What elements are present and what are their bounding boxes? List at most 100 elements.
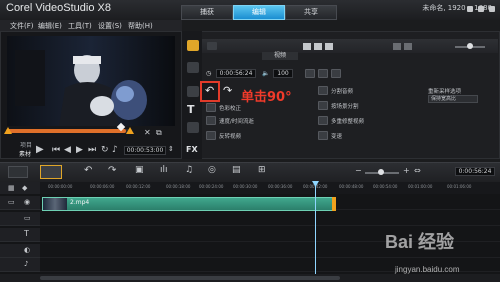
timeline-toolbar xyxy=(0,162,500,182)
home-icon[interactable]: ⏮ xyxy=(52,145,60,155)
split-by-scene-icon[interactable] xyxy=(318,101,328,110)
storyboard-view-icon[interactable] xyxy=(8,166,28,178)
view-video-icon[interactable] xyxy=(303,43,311,50)
view-photo-icon[interactable] xyxy=(314,43,322,50)
speed-timelapse-icon[interactable] xyxy=(206,116,216,125)
motion-tracking-icon[interactable]: ◎ xyxy=(208,165,216,175)
subtitle-editor-icon[interactable]: ▤ xyxy=(232,165,241,175)
ruler-label: 00:00:06:00 xyxy=(90,184,115,189)
volume-field[interactable]: 100 xyxy=(273,69,293,78)
resample-select[interactable]: 保持宽高比 xyxy=(428,95,478,103)
fade-out-icon[interactable] xyxy=(331,69,341,78)
overlay-track-header[interactable]: ▭ xyxy=(0,212,40,226)
transition-icon[interactable] xyxy=(187,86,199,97)
rotate-left-icon[interactable]: ↶ xyxy=(205,84,214,97)
thumbnail-size-handle[interactable] xyxy=(467,43,473,49)
timeline-view-icon[interactable] xyxy=(40,165,62,179)
tab-edit[interactable]: 编辑 xyxy=(233,5,285,20)
option-speed-timelapse[interactable]: 速度/时间流逝 xyxy=(219,117,254,125)
sound-mixer-icon[interactable]: ılı xyxy=(160,165,168,175)
tab-capture[interactable]: 捕获 xyxy=(181,5,233,20)
playhead[interactable] xyxy=(315,182,316,274)
option-multi-trim[interactable]: 多重修整视频 xyxy=(331,117,364,125)
auto-music-icon[interactable]: ♫ xyxy=(185,165,193,175)
timeline-scrollbar[interactable] xyxy=(0,274,500,282)
ruler-label: 00:00:12:00 xyxy=(126,184,151,189)
reverse-video-icon[interactable] xyxy=(206,131,216,140)
fit-project-icon[interactable]: ⇔ xyxy=(414,166,421,175)
video-preview xyxy=(7,36,175,126)
trim-start-marker[interactable] xyxy=(4,127,12,134)
title-track-header[interactable]: T xyxy=(0,228,40,242)
redo-icon[interactable]: ↷ xyxy=(108,165,116,176)
previous-frame-icon[interactable]: ◀ xyxy=(64,145,71,155)
add-folder-icon[interactable] xyxy=(207,42,217,50)
overlay-track-icon: ▭ xyxy=(24,214,31,222)
ruler-label: 00:01:00:00 xyxy=(408,184,433,189)
tab-video-options[interactable]: 视频 xyxy=(262,52,298,60)
option-reverse-video[interactable]: 反转视频 xyxy=(219,132,241,140)
split-clip-icon[interactable]: ✕ xyxy=(144,128,151,137)
clock-icon: ◷ xyxy=(206,70,212,77)
volume-icon[interactable]: ♪ xyxy=(112,145,118,155)
variable-speed-icon[interactable] xyxy=(318,131,328,140)
track-manager-icon[interactable]: ▦ xyxy=(8,184,15,192)
maximize-icon[interactable] xyxy=(478,6,484,12)
menu-help[interactable]: 帮助(H) xyxy=(128,21,153,31)
music-track-header[interactable]: ♪ xyxy=(0,258,40,272)
option-color-correction[interactable]: 色彩校正 xyxy=(219,104,241,112)
zoom-in-icon[interactable]: + xyxy=(403,166,410,175)
mode-project[interactable]: 项目 xyxy=(20,140,32,149)
video-track-header[interactable]: ▭ ◉ xyxy=(0,196,40,210)
ruler-label: 00:00:24:00 xyxy=(199,184,224,189)
chapter-point-icon[interactable]: ◆ xyxy=(22,184,27,192)
rotate-right-icon[interactable]: ↷ xyxy=(223,84,232,97)
tab-share[interactable]: 共享 xyxy=(285,5,337,20)
filter-fx-icon[interactable]: FX xyxy=(186,145,198,154)
thumbnail-view-icon[interactable] xyxy=(404,43,412,50)
media-library-icon[interactable] xyxy=(187,40,199,51)
close-icon[interactable] xyxy=(489,6,495,12)
track-visibility-icon[interactable]: ◉ xyxy=(24,198,30,206)
player-timecode[interactable]: 00:00:53:00 xyxy=(124,146,166,155)
voice-track-header[interactable]: ◐ xyxy=(0,244,40,258)
scrollbar-thumb[interactable] xyxy=(40,276,340,280)
option-variable-speed[interactable]: 变速 xyxy=(331,132,342,140)
fade-in-icon[interactable] xyxy=(318,69,328,78)
option-split-by-scene[interactable]: 按场景分割 xyxy=(331,102,359,110)
trim-end-marker[interactable] xyxy=(126,127,134,134)
zoom-slider-handle[interactable] xyxy=(378,169,384,175)
list-view-icon[interactable] xyxy=(393,43,401,50)
repeat-icon[interactable]: ↻ xyxy=(101,145,109,155)
color-correction-icon[interactable] xyxy=(206,103,216,112)
instant-project-icon[interactable] xyxy=(187,62,199,73)
split-audio-icon[interactable] xyxy=(318,86,328,95)
graphic-icon[interactable] xyxy=(187,122,199,133)
title-track-icon: T xyxy=(24,229,29,238)
record-capture-icon[interactable]: ▣ xyxy=(135,165,144,175)
mode-clip[interactable]: 素材 xyxy=(19,149,31,158)
undo-icon[interactable]: ↶ xyxy=(84,165,92,176)
menu-edit[interactable]: 编辑(E) xyxy=(38,21,62,31)
zoom-out-icon[interactable]: − xyxy=(355,166,362,175)
multi-trim-icon[interactable] xyxy=(318,116,328,125)
next-frame-icon[interactable]: ▶ xyxy=(76,145,83,155)
library-toolbar xyxy=(202,39,498,53)
clip-end-handle[interactable] xyxy=(332,197,336,211)
title-icon[interactable]: T xyxy=(187,103,195,116)
minimize-icon[interactable] xyxy=(467,6,473,12)
mute-icon[interactable] xyxy=(305,69,315,78)
timecode-stepper[interactable]: ⇕ xyxy=(168,145,174,153)
enlarge-icon[interactable]: ⧉ xyxy=(156,128,162,138)
overlay-track[interactable] xyxy=(40,212,500,226)
multi-camera-icon[interactable]: ⊞ xyxy=(258,165,266,175)
menu-tools[interactable]: 工具(T) xyxy=(68,21,92,31)
menu-file[interactable]: 文件(F) xyxy=(10,21,34,31)
view-audio-icon[interactable] xyxy=(325,43,333,50)
timeline-timecode[interactable]: 0:00:56:24 xyxy=(455,167,495,176)
play-icon[interactable]: ▶ xyxy=(36,144,44,155)
menu-settings[interactable]: 设置(S) xyxy=(98,21,122,31)
option-split-audio[interactable]: 分割音频 xyxy=(331,87,353,95)
end-icon[interactable]: ⏭ xyxy=(88,145,96,155)
clip-duration-field[interactable]: 0:00:56:24 xyxy=(216,69,256,78)
